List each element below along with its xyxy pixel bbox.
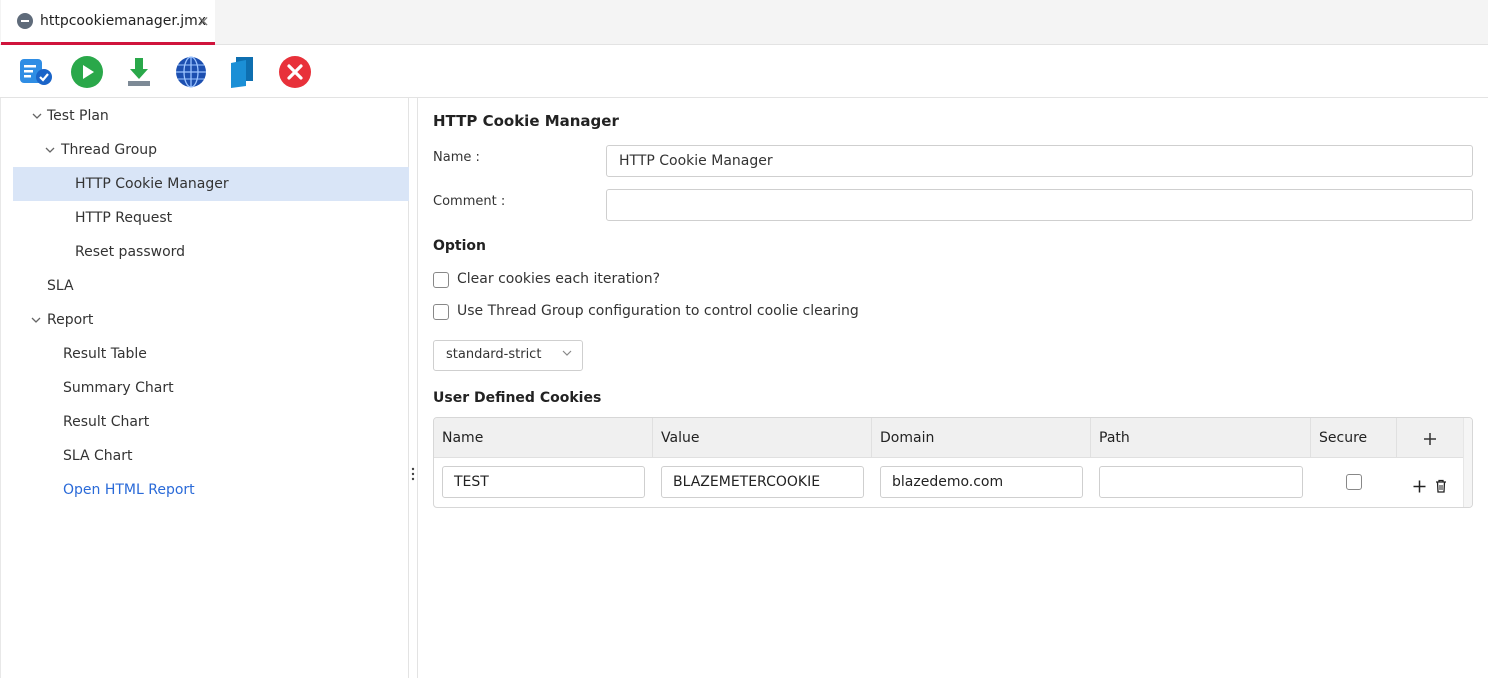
cookie-policy-select[interactable]: standard-strict xyxy=(433,340,583,371)
tree-item-reset-password[interactable]: Reset password xyxy=(1,235,409,269)
tree-item-label: Test Plan xyxy=(47,108,109,124)
add-row-icon[interactable] xyxy=(1413,480,1426,493)
cookie-name-cell[interactable]: TEST xyxy=(442,466,645,498)
cookies-table: Name Value Domain Path Secure TEST BLAZE… xyxy=(433,417,1473,508)
clear-cookies-checkbox[interactable] xyxy=(433,272,449,288)
tree-item-result-table[interactable]: Result Table xyxy=(1,337,409,371)
use-thread-group-label: Use Thread Group configuration to contro… xyxy=(457,303,859,319)
tree-item-label: Summary Chart xyxy=(63,380,174,396)
column-header-name: Name xyxy=(434,418,653,458)
clear-cookies-label: Clear cookies each iteration? xyxy=(457,271,661,287)
tree-item-label: HTTP Request xyxy=(75,210,173,226)
use-thread-group-checkbox[interactable] xyxy=(433,304,449,320)
tab-close-icon[interactable]: × xyxy=(197,12,210,30)
tree-item-summary-chart[interactable]: Summary Chart xyxy=(1,371,409,405)
tab-bar: httpcookiemanager.jmx × xyxy=(0,0,1488,45)
name-field[interactable]: HTTP Cookie Manager xyxy=(606,145,1473,177)
page-title: HTTP Cookie Manager xyxy=(433,112,619,130)
tree-item-sla[interactable]: SLA xyxy=(1,269,409,303)
chevron-down-icon xyxy=(562,350,572,356)
tree-item-label: SLA Chart xyxy=(63,448,133,464)
copy-button[interactable] xyxy=(226,55,260,89)
column-header-value: Value xyxy=(653,418,872,458)
open-html-report-link[interactable]: Open HTML Report xyxy=(63,473,195,507)
list-check-button[interactable] xyxy=(19,55,53,89)
tree-item-result-chart[interactable]: Result Chart xyxy=(1,405,409,439)
option-heading: Option xyxy=(433,238,486,254)
tree-item-label: Thread Group xyxy=(61,142,158,158)
tree-item-label: Reset password xyxy=(75,244,186,260)
cookie-path-cell[interactable] xyxy=(1099,466,1303,498)
add-column-icon[interactable] xyxy=(1423,432,1437,446)
cookie-domain-cell[interactable]: blazedemo.com xyxy=(880,466,1083,498)
tree-item-cookie-manager[interactable]: HTTP Cookie Manager xyxy=(13,167,409,201)
cookies-heading: User Defined Cookies xyxy=(433,390,602,406)
tree-item-label: Result Chart xyxy=(63,414,150,430)
globe-icon xyxy=(176,56,206,88)
toolbar xyxy=(0,45,1488,98)
column-header-domain: Domain xyxy=(872,418,1091,458)
tree-panel: Test Plan Thread Group HTTP Cookie Manag… xyxy=(0,98,409,678)
tree-item-label: HTTP Cookie Manager xyxy=(75,176,229,192)
column-header-secure: Secure xyxy=(1311,418,1397,458)
name-label: Name : xyxy=(433,150,480,165)
play-icon xyxy=(71,56,103,88)
secure-checkbox[interactable] xyxy=(1346,474,1362,490)
cookie-manager-panel: HTTP Cookie Manager Name : HTTP Cookie M… xyxy=(418,98,1488,678)
run-button[interactable] xyxy=(70,55,104,89)
chevron-down-icon[interactable] xyxy=(31,111,43,121)
column-header-path: Path xyxy=(1091,418,1311,458)
cookie-policy-value: standard-strict xyxy=(446,347,542,362)
tree-item-label: Result Table xyxy=(63,346,147,362)
tree-item-http-request[interactable]: HTTP Request xyxy=(1,201,409,235)
trash-icon[interactable] xyxy=(1435,479,1447,493)
chevron-down-icon[interactable] xyxy=(31,315,41,325)
comment-label: Comment : xyxy=(433,194,506,209)
tree-item-sla-chart[interactable]: SLA Chart xyxy=(1,439,409,473)
copy-icon xyxy=(231,57,253,88)
file-icon xyxy=(17,13,33,29)
close-icon xyxy=(279,56,311,88)
table-scrollbar[interactable] xyxy=(1463,418,1472,507)
file-tab[interactable]: httpcookiemanager.jmx × xyxy=(1,0,215,45)
chevron-down-icon[interactable] xyxy=(45,145,55,155)
tree-item-thread-group[interactable]: Thread Group xyxy=(1,133,409,167)
list-check-icon xyxy=(20,59,52,85)
remote-button[interactable] xyxy=(174,55,208,89)
tree-item-label: Report xyxy=(47,312,94,328)
tab-title: httpcookiemanager.jmx xyxy=(40,13,207,29)
tree-item-open-html-report[interactable]: Open HTML Report xyxy=(1,473,409,507)
tree-item-test-plan[interactable]: Test Plan xyxy=(1,99,409,133)
tree-item-report[interactable]: Report xyxy=(1,303,409,337)
comment-field[interactable] xyxy=(606,189,1473,221)
table-header: Name Value Domain Path Secure xyxy=(434,418,1464,458)
panel-splitter[interactable] xyxy=(409,98,418,678)
stop-button[interactable] xyxy=(278,55,312,89)
drag-handle-icon[interactable] xyxy=(411,467,415,481)
download-button[interactable] xyxy=(122,55,156,89)
tree-item-label: SLA xyxy=(47,278,74,294)
download-icon xyxy=(128,58,150,86)
cookie-value-cell[interactable]: BLAZEMETERCOOKIE xyxy=(661,466,864,498)
